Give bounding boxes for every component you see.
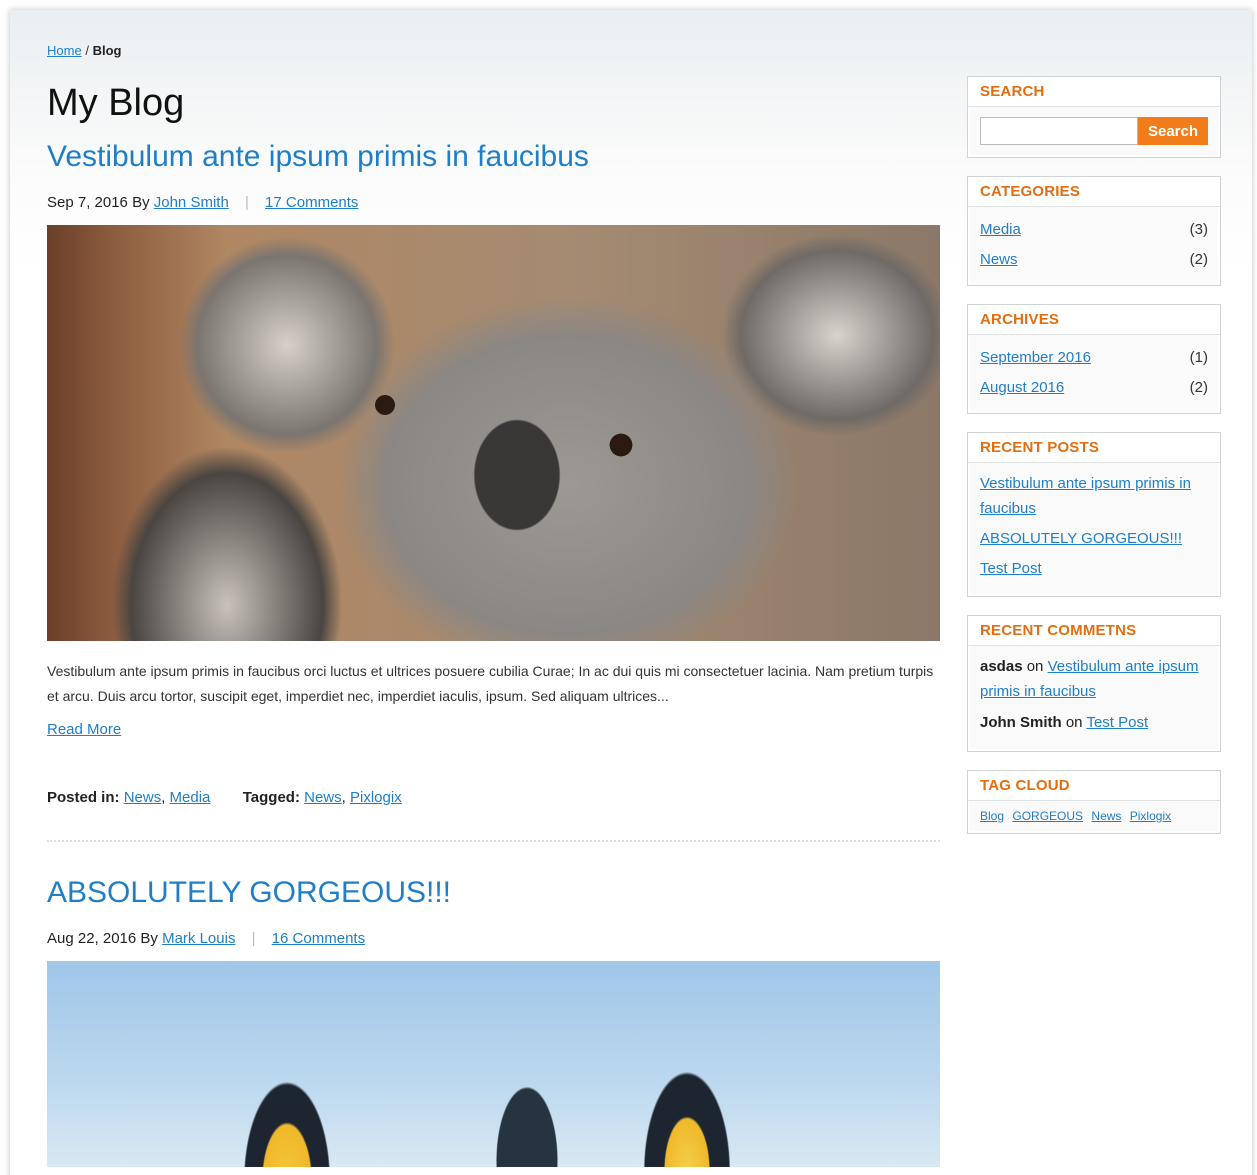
post-author-link[interactable]: John Smith: [154, 194, 229, 211]
post-divider: [47, 840, 940, 842]
category-link-media[interactable]: Media: [980, 215, 1021, 245]
category-link-news[interactable]: News: [980, 245, 1018, 275]
tag-cloud-link-gorgeous[interactable]: GORGEOUS: [1012, 809, 1083, 823]
read-more-link[interactable]: Read More: [47, 721, 121, 738]
post-meta: Sep 7, 2016 By John Smith | 17 Comments: [47, 194, 940, 211]
page-title: My Blog: [47, 82, 185, 124]
post-title-link[interactable]: Vestibulum ante ipsum primis in faucibus: [47, 140, 940, 174]
tag-cloud-link-pixlogix[interactable]: Pixlogix: [1130, 809, 1171, 823]
breadcrumb-current: Blog: [92, 43, 122, 58]
search-block: SEARCH Search: [967, 76, 1221, 158]
post-footer: Posted in: News, Media Tagged: News, Pix…: [47, 789, 402, 806]
comment-on-label: on: [1026, 658, 1044, 675]
category-item: Media (3): [980, 215, 1208, 245]
recent-posts-block: RECENT POSTS Vestibulum ante ipsum primi…: [967, 432, 1221, 597]
archives-block: ARCHIVES September 2016 (1) August 2016 …: [967, 304, 1221, 414]
archive-count: (2): [1189, 379, 1208, 396]
archives-block-title: ARCHIVES: [968, 305, 1220, 335]
post-meta: Aug 22, 2016 By Mark Louis | 16 Comments: [47, 930, 940, 947]
tag-cloud-block-title: TAG CLOUD: [968, 771, 1220, 801]
breadcrumb: Home / Blog: [47, 43, 121, 58]
breadcrumb-home-link[interactable]: Home: [47, 43, 82, 58]
post-date: Sep 7, 2016 By: [47, 194, 150, 211]
tag-link-pixlogix[interactable]: Pixlogix: [350, 789, 402, 806]
recent-post-link[interactable]: Vestibulum ante ipsum primis in faucibus: [980, 471, 1208, 521]
post-excerpt: Vestibulum ante ipsum primis in faucibus…: [47, 663, 934, 704]
recent-posts-block-title: RECENT POSTS: [968, 433, 1220, 463]
category-count: (3): [1189, 221, 1208, 238]
blog-post: ABSOLUTELY GORGEOUS!!! Aug 22, 2016 By M…: [47, 876, 940, 1167]
archive-item: September 2016 (1): [980, 343, 1208, 373]
page-container: Home / Blog My Blog Vestibulum ante ipsu…: [10, 10, 1252, 1175]
search-button[interactable]: Search: [1138, 117, 1208, 145]
breadcrumb-separator: /: [85, 43, 89, 58]
tag-cloud-link-news[interactable]: News: [1091, 809, 1121, 823]
tag-cloud-block: TAG CLOUD Blog GORGEOUS News Pixlogix: [967, 770, 1221, 834]
archive-link-august-2016[interactable]: August 2016: [980, 373, 1064, 403]
category-item: News (2): [980, 245, 1208, 275]
comment-on-label: on: [1065, 714, 1083, 731]
sidebar: SEARCH Search CATEGORIES Media (3) News …: [967, 76, 1221, 852]
recent-post-link[interactable]: Test Post: [980, 556, 1208, 581]
tag-cloud-link-blog[interactable]: Blog: [980, 809, 1004, 823]
recent-comment-item: John Smith on Test Post: [980, 710, 1208, 735]
search-form: Search: [980, 115, 1208, 147]
category-link-media[interactable]: Media: [170, 789, 211, 806]
penguins-photo[interactable]: [47, 961, 940, 1167]
blog-post: Vestibulum ante ipsum primis in faucibus…: [47, 140, 940, 842]
search-input[interactable]: [980, 117, 1138, 145]
recent-comments-block-title: RECENT COMMETNS: [968, 616, 1220, 646]
meta-separator: |: [244, 194, 249, 211]
archive-link-september-2016[interactable]: September 2016: [980, 343, 1091, 373]
comment-post-link[interactable]: Test Post: [1086, 714, 1148, 731]
main-content: Vestibulum ante ipsum primis in faucibus…: [47, 140, 940, 1167]
post-comments-link[interactable]: 16 Comments: [272, 930, 365, 947]
recent-comments-block: RECENT COMMETNS asdas on Vestibulum ante…: [967, 615, 1221, 752]
tag-link-news[interactable]: News: [304, 789, 342, 806]
categories-block-title: CATEGORIES: [968, 177, 1220, 207]
recent-comment-item: asdas on Vestibulum ante ipsum primis in…: [980, 654, 1208, 704]
category-count: (2): [1189, 251, 1208, 268]
recent-post-link[interactable]: ABSOLUTELY GORGEOUS!!!: [980, 526, 1208, 551]
post-author-link[interactable]: Mark Louis: [162, 930, 235, 947]
search-block-title: SEARCH: [968, 77, 1220, 107]
post-title-link[interactable]: ABSOLUTELY GORGEOUS!!!: [47, 876, 940, 910]
categories-block: CATEGORIES Media (3) News (2): [967, 176, 1221, 286]
archive-count: (1): [1189, 349, 1208, 366]
comment-author: asdas: [980, 658, 1023, 675]
category-link-news[interactable]: News: [124, 789, 162, 806]
meta-separator: |: [251, 930, 256, 947]
posted-in-label: Posted in:: [47, 789, 120, 806]
post-date: Aug 22, 2016 By: [47, 930, 158, 947]
post-comments-link[interactable]: 17 Comments: [265, 194, 358, 211]
archive-item: August 2016 (2): [980, 373, 1208, 403]
tagged-label: Tagged:: [242, 789, 300, 806]
comment-author: John Smith: [980, 714, 1062, 731]
koala-photo[interactable]: [47, 225, 940, 641]
